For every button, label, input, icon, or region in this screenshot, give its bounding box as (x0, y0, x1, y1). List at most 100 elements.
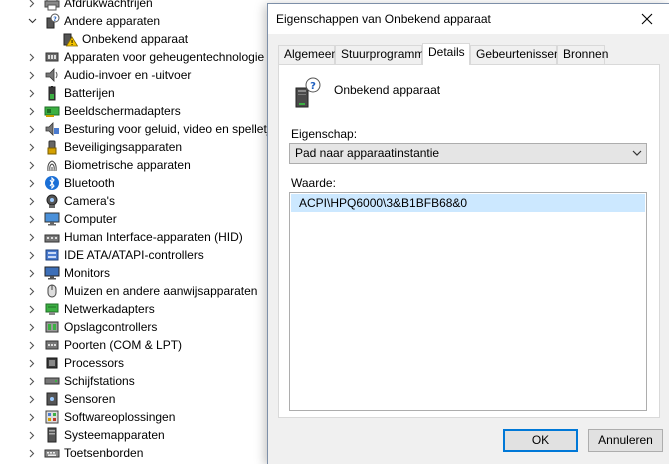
network-adapter-icon (44, 301, 60, 317)
tree-item-label: Apparaten voor geheugentechnologie (64, 50, 265, 64)
chevron-right-icon[interactable] (26, 372, 38, 390)
tree-item-label: Onbekend apparaat (82, 32, 189, 46)
display-adapter-icon (44, 103, 60, 119)
chevron-right-icon[interactable] (26, 0, 38, 12)
tree-item-biometrische-apparaten[interactable]: Biometrische apparaten (0, 156, 290, 174)
tab-stuurprogramma[interactable]: Stuurprogramma (335, 45, 431, 64)
tree-item-label: Camera's (64, 194, 115, 208)
chevron-right-icon[interactable] (26, 84, 38, 102)
tree-item-label: Opslagcontrollers (64, 320, 158, 334)
tree-item-label: Besturing voor geluid, video en spelletj… (64, 122, 283, 136)
memory-device-icon (44, 49, 60, 65)
tab-details[interactable]: Details (422, 43, 470, 65)
dialog-title: Eigenschappen van Onbekend apparaat (276, 12, 491, 26)
close-button[interactable] (625, 4, 669, 34)
chevron-down-icon[interactable] (26, 12, 38, 30)
chevron-right-icon[interactable] (26, 192, 38, 210)
tree-item-batterijen[interactable]: Batterijen (0, 84, 290, 102)
tree-item-label: Muizen en andere aanwijsapparaten (64, 284, 258, 298)
tree-item-ide-ata-atapi-controllers[interactable]: IDE ATA/ATAPI-controllers (0, 246, 290, 264)
chevron-right-icon[interactable] (26, 336, 38, 354)
tree-item-label: Biometrische apparaten (64, 158, 191, 172)
tree-item-onbekend-apparaat[interactable]: Onbekend apparaat (0, 30, 290, 48)
monitor-icon (44, 265, 60, 281)
unknown-device-icon: ? (44, 13, 60, 29)
tree-item-monitors[interactable]: Monitors (0, 264, 290, 282)
tree-item-softwareoplossingen[interactable]: Softwareoplossingen (0, 408, 290, 426)
tree-item-computer[interactable]: Computer (0, 210, 290, 228)
tree-item-label: Monitors (64, 266, 111, 280)
chevron-right-icon[interactable] (26, 246, 38, 264)
list-item[interactable]: ACPI\HPQ6000\3&B1BFB68&0 (291, 194, 645, 212)
property-label: Eigenschap: (291, 127, 358, 141)
chevron-right-icon[interactable] (26, 138, 38, 156)
tree-item-label: Beeldschermadapters (64, 104, 181, 118)
tree-item-poorten-com-lpt[interactable]: Poorten (COM & LPT) (0, 336, 290, 354)
camera-icon (44, 193, 60, 209)
sound-video-icon (44, 121, 60, 137)
tree-item-sensoren[interactable]: Sensoren (0, 390, 290, 408)
chevron-right-icon[interactable] (26, 444, 38, 462)
dialog-titlebar[interactable]: Eigenschappen van Onbekend apparaat (268, 4, 669, 34)
tree-item-muizen-en-andere-aanwijsapparaten[interactable]: Muizen en andere aanwijsapparaten (0, 282, 290, 300)
tree-item-label: Processors (64, 356, 125, 370)
tree-item-apparaten-voor-geheugentechnologie[interactable]: Apparaten voor geheugentechnologie (0, 48, 290, 66)
tree-item-andere-apparaten[interactable]: ? Andere apparaten (0, 12, 290, 30)
fingerprint-icon (44, 157, 60, 173)
keyboard-icon (44, 445, 60, 461)
tree-item-beeldschermadapters[interactable]: Beeldschermadapters (0, 102, 290, 120)
chevron-right-icon[interactable] (26, 318, 38, 336)
tree-item-bluetooth[interactable]: Bluetooth (0, 174, 290, 192)
tree-item-afdrukwachtrijen[interactable]: Afdrukwachtrijen (0, 0, 290, 12)
security-device-icon (44, 139, 60, 155)
tab-algemeen[interactable]: Algemeen (278, 45, 338, 64)
chevron-right-icon[interactable] (26, 390, 38, 408)
tree-item-processors[interactable]: Processors (0, 354, 290, 372)
tree-item-audio-invoer-en-uitvoer[interactable]: Audio-invoer en -uitvoer (0, 66, 290, 84)
sensor-icon (44, 391, 60, 407)
ide-controller-icon (44, 247, 60, 263)
tree-item-label: Batterijen (64, 86, 115, 100)
chevron-right-icon[interactable] (26, 66, 38, 84)
chevron-right-icon[interactable] (26, 264, 38, 282)
ok-button[interactable]: OK (503, 429, 578, 452)
chevron-right-icon[interactable] (26, 174, 38, 192)
tree-item-besturing-voor-geluid-video-en-spelletjes[interactable]: Besturing voor geluid, video en spelletj… (0, 120, 290, 138)
disk-drive-icon (44, 373, 60, 389)
tab-gebeurtenissen[interactable]: Gebeurtenissen (470, 45, 561, 64)
chevron-right-icon[interactable] (26, 426, 38, 444)
speaker-icon (44, 67, 60, 83)
tree-item-label: Schijfstations (64, 374, 135, 388)
chevron-right-icon[interactable] (26, 210, 38, 228)
tree-item-label: Human Interface-apparaten (HID) (64, 230, 243, 244)
tree-item-camera-s[interactable]: Camera's (0, 192, 290, 210)
tree-item-label: Sensoren (64, 392, 116, 406)
value-listbox[interactable]: ACPI\HPQ6000\3&B1BFB68&0 (289, 192, 647, 411)
tree-item-beveiligingsapparaten[interactable]: Beveiligingsapparaten (0, 138, 290, 156)
chevron-right-icon[interactable] (26, 228, 38, 246)
chevron-right-icon[interactable] (26, 102, 38, 120)
tree-item-schijfstations[interactable]: Schijfstations (0, 372, 290, 390)
chevron-right-icon[interactable] (26, 282, 38, 300)
tree-item-label: Softwareoplossingen (64, 410, 176, 424)
chevron-right-icon[interactable] (26, 300, 38, 318)
chevron-right-icon[interactable] (26, 48, 38, 66)
tree-item-label: Bluetooth (64, 176, 115, 190)
tree-item-label: Audio-invoer en -uitvoer (64, 68, 192, 82)
tab-bronnen[interactable]: Bronnen (557, 45, 608, 64)
chevron-right-icon[interactable] (26, 408, 38, 426)
tree-item-toetsenborden[interactable]: Toetsenborden (0, 444, 290, 462)
tree-item-human-interface-apparaten-hid[interactable]: Human Interface-apparaten (HID) (0, 228, 290, 246)
cancel-button[interactable]: Annuleren (588, 429, 663, 452)
tree-item-netwerkadapters[interactable]: Netwerkadapters (0, 300, 290, 318)
tree-item-opslagcontrollers[interactable]: Opslagcontrollers (0, 318, 290, 336)
chevron-right-icon[interactable] (26, 354, 38, 372)
svg-text:?: ? (310, 81, 316, 92)
storage-controller-icon (44, 319, 60, 335)
chevron-right-icon[interactable] (26, 120, 38, 138)
battery-icon (44, 85, 60, 101)
close-icon (641, 13, 653, 25)
tree-item-systeemapparaten[interactable]: Systeemapparaten (0, 426, 290, 444)
property-dropdown[interactable]: Pad naar apparaatinstantie (289, 143, 647, 164)
chevron-right-icon[interactable] (26, 156, 38, 174)
